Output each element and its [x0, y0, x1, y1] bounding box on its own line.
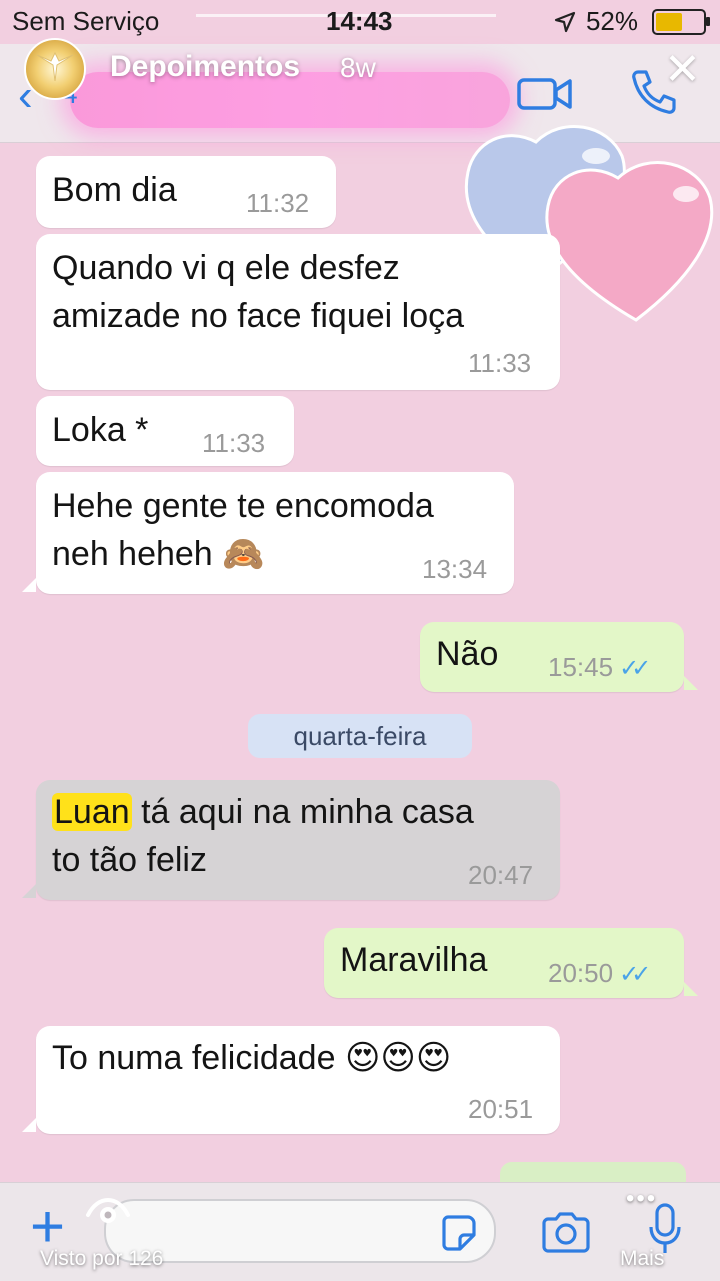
sticker-icon[interactable] [438, 1213, 478, 1253]
message-bubble-incoming[interactable]: Bom dia 11:32 [36, 156, 336, 228]
message-time: 20:47 [468, 860, 534, 890]
message-bubble-incoming[interactable]: Luan tá aqui na minha casa to tão feliz … [22, 780, 560, 900]
bubble-tail [22, 1118, 36, 1132]
bubble-tail [22, 578, 36, 592]
battery-percent: 52% [585, 6, 638, 36]
message-time: 20:51 [468, 1094, 534, 1124]
message-text: Loka * [52, 411, 149, 449]
message-bubble-incoming[interactable]: To numa felicidade 😍😍😍 20:51 [22, 1026, 560, 1134]
status-bar: Sem Serviço 14:43 52% [0, 0, 720, 44]
message-text-line: Luan tá aqui na minha casa to tão feliz [52, 788, 474, 884]
dove-icon [36, 51, 74, 82]
message-time: 11:32 [246, 188, 310, 218]
message-text: Quando vi q ele desfez amizade no face f… [52, 249, 465, 335]
location-arrow-icon [554, 11, 576, 32]
message-text: Bom dia [52, 171, 177, 209]
more-label[interactable]: Mais [620, 1247, 664, 1271]
carrier-label: Sem Serviço [12, 6, 160, 36]
bubble-tail [684, 676, 698, 690]
camera-icon[interactable] [540, 1211, 592, 1253]
composer-bar: + Visto por 126 ••• Mais [0, 1182, 720, 1281]
message-text: Hehe gente te encomoda neh heheh 🙈 [52, 487, 434, 573]
double-check-icon: ✓✓ [619, 655, 651, 682]
bubble-tail [684, 982, 698, 996]
message-bubble-outgoing[interactable]: Não 15:45 ✓✓ [420, 622, 698, 692]
message-text: To numa felicidade 😍😍😍 [52, 1039, 452, 1077]
eye-icon[interactable] [84, 1189, 132, 1229]
message-time: 20:50 ✓✓ [548, 958, 651, 989]
date-separator: quarta-feira [248, 714, 472, 758]
story-title: Depoimentos [110, 50, 301, 83]
message-bubble-outgoing[interactable]: Maravilha 20:50 ✓✓ [324, 928, 698, 998]
message-time-text: 15:45 [548, 652, 614, 682]
story-age: 8w [340, 52, 376, 83]
message-time: 15:45 ✓✓ [548, 652, 651, 683]
bubble-tail [22, 884, 36, 898]
message-bubble-incoming[interactable]: Loka * 11:33 [36, 396, 294, 466]
seen-by-count[interactable]: Visto por 126 [40, 1247, 163, 1271]
battery-icon [652, 8, 710, 35]
close-icon[interactable]: ✕ [664, 48, 701, 92]
status-right: 52% [554, 6, 710, 37]
message-time-text: 20:50 [548, 958, 614, 988]
message-text: Maravilha [340, 941, 488, 979]
message-time: 11:33 [202, 428, 266, 458]
clock: 14:43 [326, 6, 393, 36]
message-time: 13:34 [422, 554, 488, 584]
video-call-icon[interactable] [516, 74, 574, 114]
message-bubble-incoming[interactable]: Quando vi q ele desfez amizade no face f… [36, 234, 560, 390]
highlighted-name: Luan [52, 793, 132, 831]
double-check-icon: ✓✓ [619, 961, 651, 988]
story-avatar[interactable] [24, 38, 86, 100]
message-bubble-incoming[interactable]: Hehe gente te encomoda neh heheh 🙈 13:34 [22, 472, 514, 594]
message-time: 11:33 [468, 348, 532, 378]
message-text: Não [436, 635, 499, 673]
more-dots-icon[interactable]: ••• [626, 1185, 657, 1213]
